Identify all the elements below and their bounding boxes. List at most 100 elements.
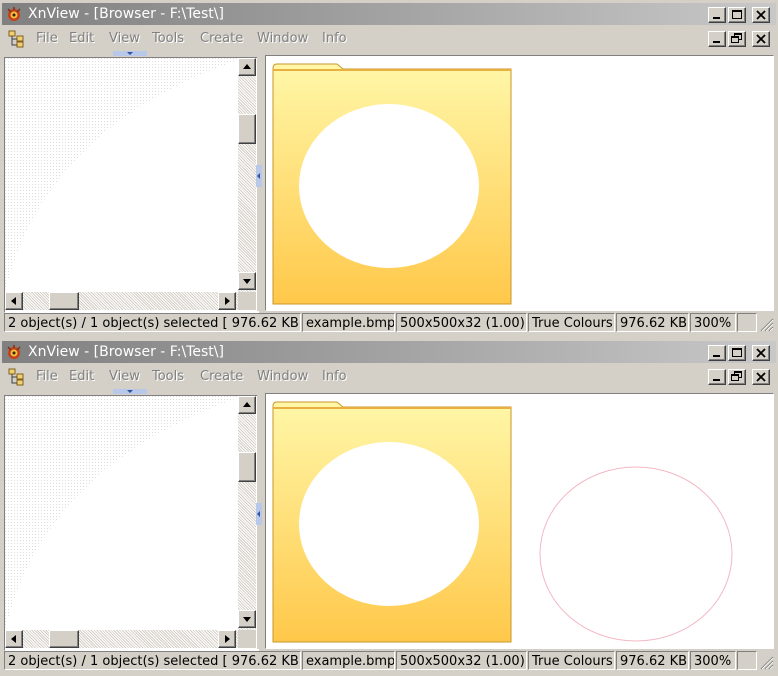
maximize-icon <box>732 10 742 19</box>
close-icon <box>756 348 766 358</box>
status-filename: example.bmp <box>302 313 395 332</box>
menu-edit[interactable]: Edit <box>69 31 94 46</box>
child-close-button[interactable] <box>752 31 770 47</box>
scroll-right-button[interactable] <box>218 292 236 310</box>
status-file-size: 976.62 KB <box>616 313 689 332</box>
status-zoom: 300% <box>690 313 736 332</box>
close-icon <box>756 10 766 20</box>
menu-view[interactable]: View <box>109 369 140 384</box>
close-button[interactable] <box>752 345 770 361</box>
window-title: XnView - [Browser - F:\Test\] <box>28 6 224 22</box>
child-minimize-button[interactable] <box>708 369 726 385</box>
xnview-app-icon[interactable] <box>6 344 22 360</box>
status-dimensions: 500x500x32 (1.00) <box>396 651 527 670</box>
folder-preview-image[interactable] <box>271 60 515 306</box>
vertical-scroll-thumb[interactable] <box>238 452 256 482</box>
arrow-down-icon <box>243 279 251 284</box>
horizontal-scrollbar[interactable] <box>5 630 238 648</box>
xnview-window-bottom: XnView - [Browser - F:\Test\] File Edit … <box>0 338 778 676</box>
xnview-window-top: XnView - [Browser - F:\Test\] File Edit … <box>0 0 778 338</box>
document-tree-icon[interactable] <box>8 30 28 48</box>
scroll-corner <box>238 630 256 648</box>
close-icon <box>756 34 766 44</box>
arrow-up-icon <box>243 64 251 69</box>
xnview-app-icon[interactable] <box>6 6 22 22</box>
vertical-scroll-thumb[interactable] <box>238 114 256 144</box>
status-empty <box>737 313 757 332</box>
preview-pane[interactable] <box>265 393 774 649</box>
restore-icon <box>731 371 742 381</box>
folder-tree-pane[interactable] <box>4 57 259 313</box>
minimize-icon <box>713 379 720 381</box>
status-empty <box>737 651 757 670</box>
menu-window[interactable]: Window <box>257 31 308 46</box>
tree-area-graphic <box>5 58 238 292</box>
menu-tools[interactable]: Tools <box>152 31 184 46</box>
preview-pane[interactable] <box>265 55 774 311</box>
folder-tree-pane[interactable] <box>4 395 259 651</box>
menu-window[interactable]: Window <box>257 369 308 384</box>
arrow-left-icon <box>11 297 16 305</box>
minimize-button[interactable] <box>708 7 726 23</box>
scroll-up-button[interactable] <box>238 396 256 414</box>
horizontal-scrollbar[interactable] <box>5 292 238 310</box>
collapse-arrow-icon[interactable] <box>256 165 262 187</box>
arrow-left-icon <box>11 635 16 643</box>
maximize-button[interactable] <box>728 345 746 361</box>
arrow-right-icon <box>225 297 230 305</box>
menu-file[interactable]: File <box>36 369 58 384</box>
menu-info[interactable]: Info <box>322 369 347 384</box>
menu-create[interactable]: Create <box>200 31 243 46</box>
toolbar-grip-icon[interactable] <box>113 51 147 56</box>
close-icon <box>756 372 766 382</box>
status-selection: 2 object(s) / 1 object(s) selected [ 976… <box>4 651 301 670</box>
restore-icon <box>731 33 742 43</box>
scroll-corner <box>238 292 256 310</box>
scroll-left-button[interactable] <box>5 292 23 310</box>
folder-preview-image[interactable] <box>271 398 515 644</box>
toolbar-grip-icon[interactable] <box>113 389 147 394</box>
status-selection: 2 object(s) / 1 object(s) selected [ 976… <box>4 313 301 332</box>
child-close-button[interactable] <box>752 369 770 385</box>
menu-create[interactable]: Create <box>200 369 243 384</box>
maximize-button[interactable] <box>728 7 746 23</box>
child-restore-button[interactable] <box>728 31 746 47</box>
horizontal-scroll-thumb[interactable] <box>49 630 79 648</box>
scroll-down-button[interactable] <box>238 610 256 628</box>
status-filename: example.bmp <box>302 651 395 670</box>
vertical-scrollbar[interactable] <box>238 58 256 292</box>
status-file-size: 976.62 KB <box>616 651 689 670</box>
title-bar[interactable]: XnView - [Browser - F:\Test\] <box>2 3 776 25</box>
status-colour-mode: True Colours <box>528 651 615 670</box>
resize-grip-icon[interactable] <box>758 654 774 670</box>
status-colour-mode: True Colours <box>528 313 615 332</box>
vertical-scrollbar[interactable] <box>238 396 256 630</box>
child-minimize-button[interactable] <box>708 31 726 47</box>
window-title: XnView - [Browser - F:\Test\] <box>28 344 224 360</box>
menu-info[interactable]: Info <box>322 31 347 46</box>
menu-bar: File Edit View Tools Create Window Info <box>2 27 776 51</box>
arrow-up-icon <box>243 402 251 407</box>
circle-outline-image[interactable] <box>538 464 734 644</box>
scroll-down-button[interactable] <box>238 272 256 290</box>
status-bar: 2 object(s) / 1 object(s) selected [ 976… <box>2 312 776 334</box>
collapse-arrow-icon[interactable] <box>256 503 262 525</box>
document-tree-icon[interactable] <box>8 368 28 386</box>
menu-tools[interactable]: Tools <box>152 369 184 384</box>
status-zoom: 300% <box>690 651 736 670</box>
menu-file[interactable]: File <box>36 31 58 46</box>
menu-edit[interactable]: Edit <box>69 369 94 384</box>
menu-bar: File Edit View Tools Create Window Info <box>2 365 776 389</box>
scroll-right-button[interactable] <box>218 630 236 648</box>
horizontal-scroll-thumb[interactable] <box>49 292 79 310</box>
menu-view[interactable]: View <box>109 31 140 46</box>
scroll-up-button[interactable] <box>238 58 256 76</box>
tree-area-graphic <box>5 396 238 630</box>
child-restore-button[interactable] <box>728 369 746 385</box>
resize-grip-icon[interactable] <box>758 316 774 332</box>
arrow-down-icon <box>243 617 251 622</box>
title-bar[interactable]: XnView - [Browser - F:\Test\] <box>2 341 776 363</box>
close-button[interactable] <box>752 7 770 23</box>
scroll-left-button[interactable] <box>5 630 23 648</box>
minimize-button[interactable] <box>708 345 726 361</box>
